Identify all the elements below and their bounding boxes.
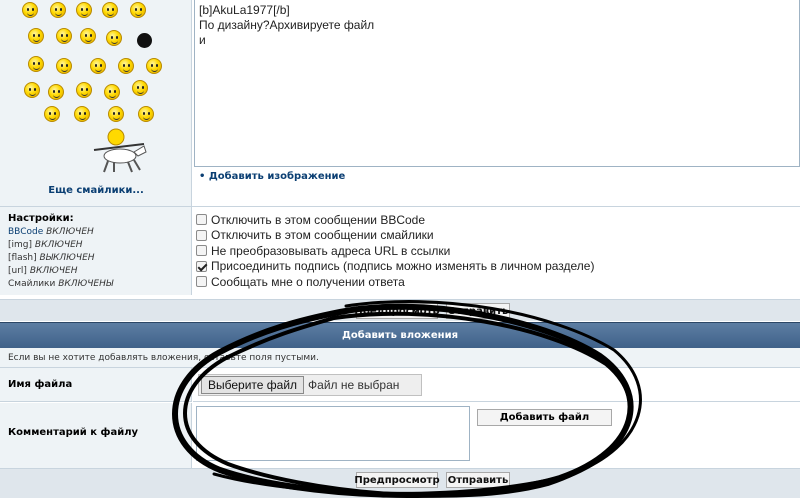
- smiley-icon[interactable]: [22, 2, 38, 18]
- smiley-icon[interactable]: [102, 2, 118, 18]
- smiley-icon[interactable]: [50, 2, 66, 18]
- status-value: ВКЛЮЧЕН: [34, 240, 83, 250]
- smiley-icon[interactable]: [76, 82, 92, 98]
- smiley-icon[interactable]: [56, 58, 72, 74]
- horse-rider-icon[interactable]: [92, 128, 148, 174]
- status-name: Смайлики: [8, 279, 56, 289]
- smilies-grid: [20, 0, 170, 180]
- option-disable-smilies[interactable]: Отключить в этом сообщении смайлики: [196, 228, 594, 244]
- preview-button[interactable]: Предпросмотр: [354, 303, 440, 319]
- option-label: Отключить в этом сообщении смайлики: [211, 228, 434, 243]
- option-disable-urls[interactable]: Не преобразовывать адреса URL в ссылки: [196, 243, 594, 259]
- status-value: ВКЛЮЧЕН: [29, 266, 78, 276]
- option-attach-signature[interactable]: Присоединить подпись (подпись можно изме…: [196, 259, 594, 275]
- bomb-icon[interactable]: [137, 33, 152, 48]
- settings-panel: Настройки: BBCode ВКЛЮЧЕН [img] ВКЛЮЧЕН …: [0, 207, 192, 295]
- disable-smilies-checkbox[interactable]: [196, 229, 207, 241]
- status-bbcode: BBCode ВКЛЮЧЕН: [8, 226, 183, 239]
- smiley-icon[interactable]: [76, 2, 92, 18]
- smiley-icon[interactable]: [80, 28, 96, 44]
- filename-label: Имя файла: [0, 368, 192, 402]
- smiley-icon[interactable]: [130, 2, 146, 18]
- button-row-bottom: Предпросмотр Отправить: [0, 468, 800, 498]
- option-label: Присоединить подпись (подпись можно изме…: [211, 259, 595, 274]
- smiley-icon[interactable]: [108, 106, 124, 122]
- status-name: [flash]: [8, 253, 37, 263]
- editor-line: [b]AkuLa1977[/b]: [199, 3, 290, 17]
- smiley-icon[interactable]: [24, 82, 40, 98]
- smiley-icon[interactable]: [118, 58, 134, 74]
- status-name: [img]: [8, 240, 33, 250]
- option-label: Отключить в этом сообщении BBCode: [211, 212, 426, 227]
- settings-title: Настройки:: [8, 213, 74, 224]
- smiley-icon[interactable]: [132, 80, 148, 96]
- disable-bbcode-checkbox[interactable]: [196, 214, 207, 226]
- add-file-button[interactable]: Добавить файл: [477, 409, 612, 426]
- smiley-icon[interactable]: [138, 106, 154, 122]
- smiley-icon[interactable]: [28, 56, 44, 72]
- status-value: ВКЛЮЧЕН: [46, 227, 94, 237]
- editor-line: и: [199, 33, 206, 47]
- button-row-top: Предпросмотр Отправить: [0, 299, 800, 321]
- file-input[interactable]: Выберите файл Файл не выбран: [198, 374, 422, 396]
- notify-reply-checkbox[interactable]: [196, 276, 207, 288]
- smiley-icon[interactable]: [90, 58, 106, 74]
- options-list: Отключить в этом сообщении BBCode Отключ…: [196, 212, 594, 290]
- status-smilies: Смайлики ВКЛЮЧЕНЫ: [8, 278, 183, 291]
- smiley-icon[interactable]: [44, 106, 60, 122]
- message-textarea[interactable]: [b]AkuLa1977[/b] По дизайну?Архивируете …: [194, 0, 800, 167]
- add-image-link[interactable]: • Добавить изображение: [199, 171, 345, 182]
- smiley-icon[interactable]: [74, 106, 90, 122]
- editor-line: По дизайну?Архивируете файл: [199, 18, 375, 32]
- submit-button[interactable]: Отправить: [446, 303, 510, 319]
- choose-file-button[interactable]: Выберите файл: [201, 376, 305, 394]
- status-value: ВЫКЛЮЧЕН: [39, 253, 95, 263]
- option-notify-reply[interactable]: Сообщать мне о получении ответа: [196, 274, 594, 290]
- disable-urls-checkbox[interactable]: [196, 245, 207, 257]
- attachments-header: Добавить вложения: [0, 322, 800, 348]
- attachments-hint: Если вы не хотите добавлять вложения, ос…: [0, 348, 800, 368]
- smilies-panel: Еще смайлики...: [0, 0, 192, 206]
- option-disable-bbcode[interactable]: Отключить в этом сообщении BBCode: [196, 212, 594, 228]
- status-flash: [flash] ВЫКЛЮЧЕН: [8, 252, 183, 265]
- preview-button[interactable]: Предпросмотр: [354, 472, 440, 488]
- smiley-icon[interactable]: [104, 84, 120, 100]
- filename-cell: Выберите файл Файл не выбран: [193, 368, 800, 402]
- comment-label: Комментарий к файлу: [0, 403, 192, 468]
- smiley-icon[interactable]: [56, 28, 72, 44]
- status-name: [url]: [8, 266, 27, 276]
- more-smilies-link[interactable]: Еще смайлики...: [0, 185, 192, 196]
- smiley-icon[interactable]: [146, 58, 162, 74]
- smiley-icon[interactable]: [48, 84, 64, 100]
- attach-signature-checkbox[interactable]: [196, 260, 207, 272]
- bbcode-link[interactable]: BBCode: [8, 227, 43, 237]
- smiley-icon[interactable]: [28, 28, 44, 44]
- file-comment-textarea[interactable]: [196, 406, 470, 461]
- option-label: Не преобразовывать адреса URL в ссылки: [211, 243, 451, 258]
- option-label: Сообщать мне о получении ответа: [211, 274, 405, 289]
- file-status: Файл не выбран: [308, 378, 400, 392]
- smiley-icon[interactable]: [106, 30, 122, 46]
- status-img: [img] ВКЛЮЧЕН: [8, 239, 183, 252]
- status-value: ВКЛЮЧЕНЫ: [58, 279, 114, 289]
- submit-button[interactable]: Отправить: [446, 472, 510, 488]
- status-url: [url] ВКЛЮЧЕН: [8, 265, 183, 278]
